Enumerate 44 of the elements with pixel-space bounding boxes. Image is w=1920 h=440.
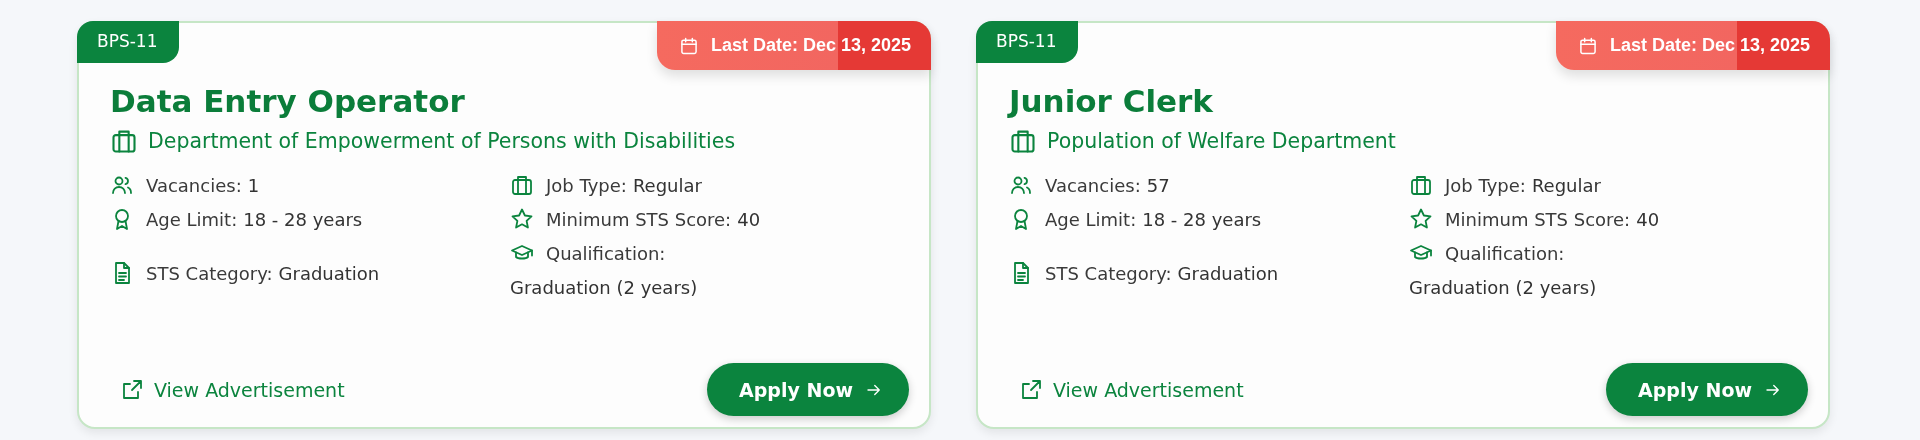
detail-value: 1 <box>247 174 260 196</box>
deadline-text: Last Date: Dec 13, 2025 <box>1609 35 1810 56</box>
deadline-text: Last Date: Dec 13, 2025 <box>710 35 911 56</box>
star-icon <box>1409 207 1433 231</box>
detail-value: Graduation <box>1177 262 1279 284</box>
detail-label: STS Category: <box>1045 262 1172 284</box>
grade-badge: BPS-11 <box>77 21 180 63</box>
calendar-icon <box>1577 35 1598 56</box>
detail-label: Job Type: <box>1445 174 1526 196</box>
detail-label: Vacancies: <box>1045 174 1141 196</box>
detail-label: Vacancies: <box>146 174 242 196</box>
briefcase-icon <box>1409 173 1433 197</box>
external-link-icon <box>120 377 144 402</box>
detail-value: Graduation (2 years) <box>510 277 699 298</box>
detail-value: Regular <box>1531 174 1601 196</box>
detail-label: Qualification: <box>546 242 666 264</box>
detail-value: 40 <box>1636 208 1660 230</box>
calendar-icon <box>678 35 699 56</box>
apply-now-button[interactable]: Apply Now <box>707 363 909 416</box>
detail-label: Job Type: <box>546 174 627 196</box>
view-advertisement-link[interactable]: View Advertisement <box>1019 377 1244 402</box>
detail-label: Minimum STS Score: <box>1445 208 1631 230</box>
department-name: Population of Welfare Department <box>1047 129 1396 153</box>
detail-label: Age Limit: <box>146 208 238 230</box>
view-advertisement-link[interactable]: View Advertisement <box>120 377 345 402</box>
detail-label: Minimum STS Score: <box>546 208 732 230</box>
star-icon <box>510 207 534 231</box>
detail-label: STS Category: <box>146 262 273 284</box>
grade-badge: BPS-11 <box>976 21 1079 63</box>
external-link-icon <box>1019 377 1043 402</box>
job-title: Data Entry Operator <box>110 83 466 119</box>
apply-now-button[interactable]: Apply Now <box>1606 363 1808 416</box>
detail-value: Graduation <box>278 262 380 284</box>
detail-value: Regular <box>632 174 702 196</box>
detail-value: 18 - 28 years <box>1142 208 1262 230</box>
detail-value: 18 - 28 years <box>243 208 363 230</box>
detail-value: 57 <box>1146 174 1170 196</box>
department-name: Department of Empowerment of Persons with Disabilities <box>148 129 736 153</box>
detail-value: 40 <box>737 208 761 230</box>
detail-label: Qualification: <box>1445 242 1565 264</box>
detail-label: Age Limit: <box>1045 208 1137 230</box>
job-title: Junior Clerk <box>1009 83 1214 119</box>
briefcase-icon <box>510 173 534 197</box>
detail-value: Graduation (2 years) <box>1409 277 1598 298</box>
